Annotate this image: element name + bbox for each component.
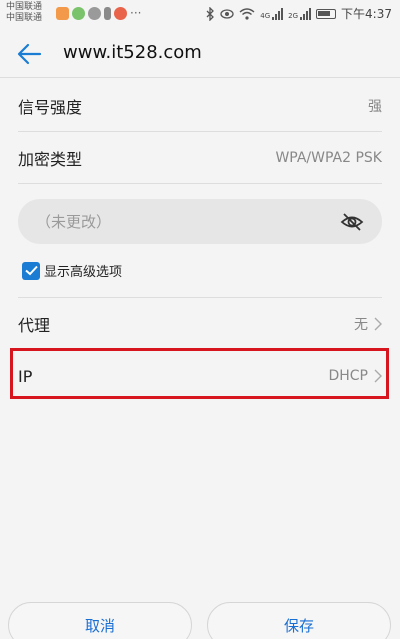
signal-4g-icon: 4G: [260, 7, 284, 20]
back-button[interactable]: [14, 40, 44, 68]
highlight-box: [10, 348, 389, 399]
signal-strength-label: 信号强度: [18, 98, 83, 117]
encryption-type-row: 加密类型 WPA/WPA2 PSK: [18, 132, 382, 184]
wifi-icon: [239, 7, 255, 20]
show-advanced-checkbox[interactable]: 显示高级选项: [22, 261, 122, 280]
save-button[interactable]: 保存: [207, 602, 391, 639]
app-notification-icon: [56, 6, 69, 20]
bluetooth-icon: [206, 6, 215, 21]
battery-icon: [316, 8, 337, 19]
weibo-icon: [114, 6, 127, 20]
password-input[interactable]: （未更改）: [18, 199, 382, 244]
signal-2g-icon: 2G: [288, 7, 312, 20]
carrier-labels: 中国联通 中国联通: [6, 2, 42, 24]
chevron-right-icon: [374, 317, 382, 331]
status-bar: 中国联通 中国联通 ··· 4G 2G 下午4:37: [0, 0, 400, 30]
carrier-2: 中国联通: [6, 13, 43, 23]
more-icon: ···: [130, 6, 142, 20]
signal-strength-value: 强: [368, 99, 382, 115]
eye-off-icon[interactable]: [340, 212, 364, 232]
eye-icon: [220, 8, 234, 19]
encryption-type-label: 加密类型: [18, 150, 83, 169]
battery-saver-icon: [104, 6, 111, 20]
wechat-icon: [88, 6, 101, 20]
notification-icons: ···: [56, 6, 141, 20]
divider: [18, 183, 382, 184]
status-right: 4G 2G 下午4:37: [205, 5, 392, 22]
proxy-row[interactable]: 代理 无: [18, 298, 382, 350]
password-placeholder: （未更改）: [36, 213, 112, 231]
cancel-button[interactable]: 取消: [8, 602, 192, 639]
app-bar: www.it528.com: [0, 30, 400, 78]
encryption-type-value: WPA/WPA2 PSK: [275, 150, 382, 166]
clock: 下午4:37: [341, 7, 392, 21]
app-notification-icon: [72, 6, 85, 20]
checkbox-checked-icon[interactable]: [22, 261, 40, 280]
proxy-label: 代理: [18, 316, 51, 335]
signal-strength-row: 信号强度 强: [18, 80, 382, 132]
show-advanced-label: 显示高级选项: [44, 265, 123, 280]
arrow-left-icon: [17, 43, 42, 65]
carrier-1: 中国联通: [6, 2, 43, 12]
proxy-value: 无: [354, 317, 368, 333]
page-title: www.it528.com: [63, 42, 202, 63]
